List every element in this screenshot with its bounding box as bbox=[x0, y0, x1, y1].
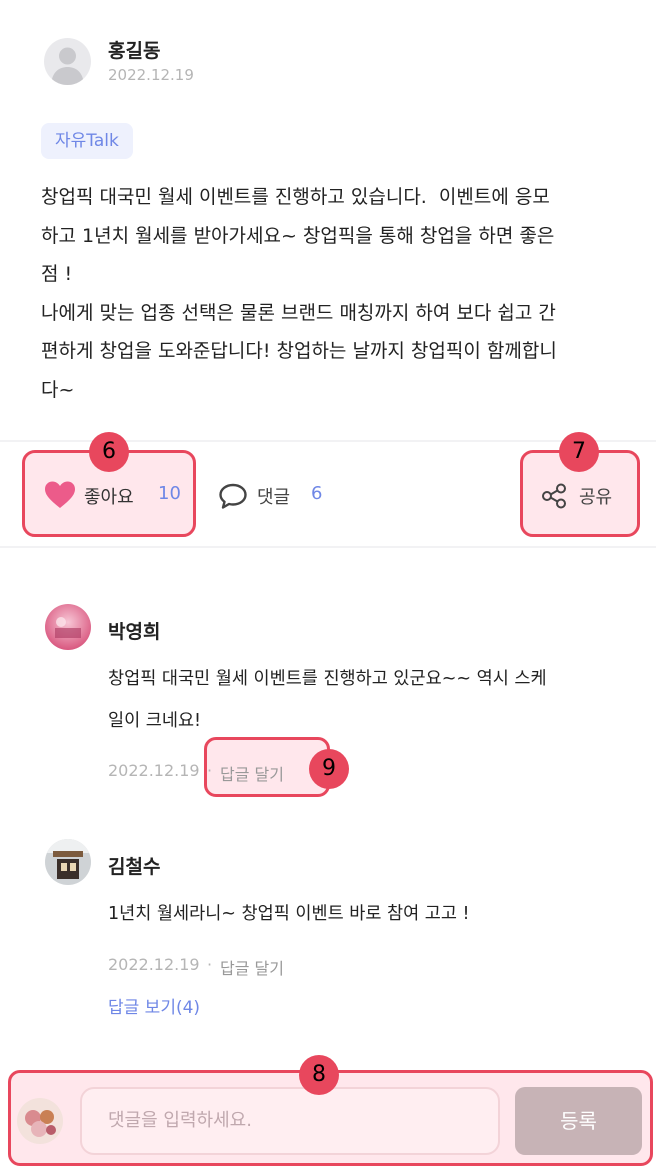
comment-date: 2022.12.19 bbox=[108, 761, 200, 780]
comment-date: 2022.12.19 bbox=[108, 955, 200, 974]
comment-count: 6 bbox=[311, 483, 323, 504]
reply-button[interactable]: 답글 달기 bbox=[220, 761, 284, 785]
like-label: 좋아요 bbox=[84, 487, 134, 508]
reply-button[interactable]: 답글 달기 bbox=[220, 955, 284, 979]
heart-icon bbox=[45, 481, 75, 508]
post-date: 2022.12.19 bbox=[108, 66, 194, 84]
comment-text: 창업픽 대국민 월세 이벤트를 진행하고 있군요~~ 역시 스케 일이 크네요! bbox=[108, 669, 547, 731]
view-replies-link[interactable]: 답글 보기(4) bbox=[108, 993, 200, 1018]
my-avatar bbox=[17, 1098, 63, 1144]
comment-author-name[interactable]: 김철수 bbox=[108, 852, 160, 879]
annotation-marker-9: 9 bbox=[309, 749, 349, 789]
profile-photo-icon bbox=[45, 604, 91, 650]
post-body: 창업픽 대국민 월세 이벤트를 진행하고 있습니다. 이벤트에 응모 하고 1년… bbox=[41, 186, 557, 401]
annotation-marker-6: 6 bbox=[89, 432, 129, 472]
comment-label[interactable]: 댓글 bbox=[257, 483, 290, 509]
share-icon bbox=[542, 483, 566, 509]
category-tag[interactable]: 자유Talk bbox=[41, 123, 133, 159]
meta-separator: · bbox=[207, 955, 213, 974]
post-author-name[interactable]: 홍길동 bbox=[108, 36, 160, 63]
commenter-avatar[interactable] bbox=[45, 839, 91, 885]
profile-photo-icon bbox=[17, 1098, 63, 1144]
divider bbox=[0, 546, 656, 548]
comment-input[interactable]: 댓글을 입력하세요. bbox=[80, 1087, 500, 1155]
comment-text: 1년치 월세라니~ 창업픽 이벤트 바로 참여 고고 ! bbox=[108, 904, 470, 924]
annotation-marker-8: 8 bbox=[299, 1055, 339, 1095]
like-count: 10 bbox=[158, 483, 181, 504]
share-label: 공유 bbox=[579, 487, 613, 508]
submit-button[interactable]: 등록 bbox=[515, 1087, 642, 1155]
default-user-icon bbox=[51, 47, 84, 85]
speech-bubble-icon[interactable] bbox=[218, 482, 248, 510]
author-avatar[interactable] bbox=[44, 38, 91, 85]
comment-author-name[interactable]: 박영희 bbox=[108, 617, 160, 644]
commenter-avatar[interactable] bbox=[45, 604, 91, 650]
meta-separator: · bbox=[207, 761, 213, 780]
profile-photo-icon bbox=[45, 839, 91, 885]
annotation-marker-7: 7 bbox=[559, 432, 599, 472]
